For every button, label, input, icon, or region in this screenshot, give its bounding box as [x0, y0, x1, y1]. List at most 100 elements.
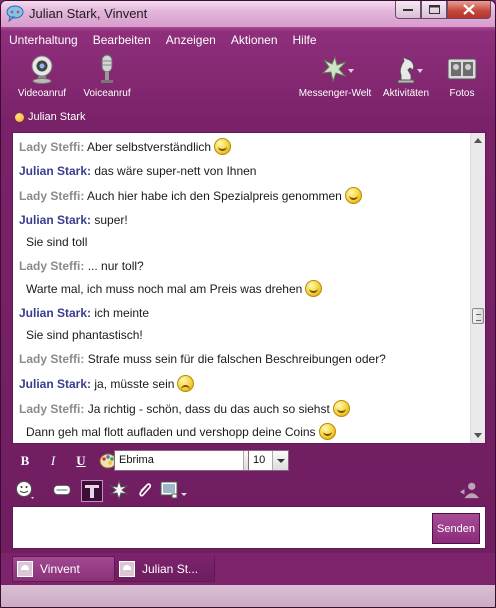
menu-unterhaltung[interactable]: Unterhaltung [9, 33, 78, 47]
avatar-icon [119, 560, 135, 577]
tab-label: Vinvent [40, 562, 80, 576]
close-button[interactable] [447, 1, 491, 19]
message-sender: Julian Stark: [19, 164, 92, 178]
font-family-select[interactable]: Ebrima [114, 450, 260, 471]
messenger-app-icon [6, 5, 24, 22]
message-text: ich meinte [94, 306, 150, 320]
image-icon [160, 481, 187, 499]
photos-button[interactable]: Fotos [427, 53, 495, 99]
font-family-value: Ebrima [119, 454, 154, 466]
message-text: Sie sind toll [26, 235, 88, 249]
message-continuation: Sie sind toll [26, 234, 465, 251]
font-size-value: 10 [253, 454, 266, 466]
user-silhouette-icon [459, 482, 479, 499]
presence-status-icon [15, 112, 24, 122]
chat-message: Julian Stark: ja, müsste sein [19, 375, 465, 393]
send-image-button[interactable] [160, 480, 188, 500]
italic-button[interactable]: I [43, 453, 63, 469]
wink-button[interactable] [109, 480, 129, 500]
message-continuation: Sie sind phantastisch! [26, 327, 465, 344]
smile-emoticon-icon [214, 138, 232, 155]
scroll-thumb[interactable] [472, 308, 484, 324]
bold-button[interactable]: B [15, 453, 35, 469]
voicecall-button[interactable]: Voiceanruf [72, 53, 142, 99]
window-title: Julian Stark, Vinvent [29, 6, 148, 21]
message-text: Strafe muss sein für die falschen Beschr… [87, 352, 386, 366]
message-text: Ja richtig - schön, dass du das auch so … [87, 402, 330, 416]
minimize-button[interactable] [395, 1, 421, 19]
photos-label: Fotos [449, 88, 475, 99]
messenger-world-dropdown-icon[interactable] [348, 69, 354, 73]
attach-file-button[interactable] [135, 480, 155, 500]
tab-julian-stark[interactable]: Julian St... [114, 556, 215, 582]
messenger-world-icon [321, 55, 347, 83]
menu-hilfe[interactable]: Hilfe [293, 33, 317, 47]
microphone-icon [101, 54, 113, 83]
message-text: Sie sind phantastisch! [26, 328, 143, 342]
message-text: Dann geh mal flott aufladen und vershopp… [26, 425, 316, 439]
format-toolbar: B I U Ebrima 10 [15, 450, 289, 472]
underline-button[interactable]: U [71, 453, 91, 469]
messenger-world-label: Messenger-Welt [298, 88, 372, 99]
message-history[interactable]: Lady Steffi: Aber selbstverständlich Juli… [12, 132, 486, 444]
chat-message: Julian Stark: das wäre super-nett von Ih… [19, 163, 465, 180]
contact-name: Julian Stark [28, 111, 86, 123]
voicecall-label: Voiceanruf [83, 88, 131, 99]
chat-message: Julian Stark: super! Sie sind toll [19, 212, 465, 251]
maximize-button[interactable] [421, 1, 447, 19]
chat-message: Lady Steffi: Strafe muss sein für die fa… [19, 351, 465, 368]
smile-emoticon-icon [305, 280, 323, 297]
contact-info-button[interactable] [459, 480, 479, 500]
smiley-icon [16, 481, 34, 499]
activities-dropdown-icon[interactable] [417, 69, 423, 73]
message-sender: Lady Steffi: [19, 402, 85, 416]
contact-header: Julian Stark [15, 111, 85, 123]
sad-emoticon-icon [177, 375, 195, 392]
message-list: Lady Steffi: Aber selbstverständlich Juli… [13, 133, 471, 443]
emoticon-button[interactable] [15, 480, 35, 500]
text-style-button[interactable] [81, 480, 103, 502]
maximize-icon [428, 5, 440, 14]
photos-icon [447, 58, 477, 80]
message-text: ... nur toll? [87, 259, 144, 273]
message-scrollbar[interactable] [470, 133, 485, 443]
message-sender: Julian Stark: [19, 306, 92, 320]
tab-label: Julian St... [142, 561, 199, 576]
chevron-down-icon[interactable] [272, 451, 288, 470]
minimize-icon [403, 8, 413, 11]
chat-message: Lady Steffi: Ja richtig - schön, dass du… [19, 400, 465, 441]
menu-aktionen[interactable]: Aktionen [231, 33, 278, 47]
message-text: super! [94, 213, 128, 227]
chat-message: Julian Stark: ich meinte Sie sind phantas… [19, 305, 465, 344]
title-bar: Julian Stark, Vinvent [1, 1, 495, 27]
tab-vinvent[interactable]: Vinvent [12, 556, 115, 582]
chat-message: Lady Steffi: ... nur toll? Warte mal, ich… [19, 258, 465, 298]
status-bar [1, 585, 495, 607]
message-text: Aber selbstverständlich [87, 140, 212, 154]
smile-emoticon-icon [332, 400, 350, 417]
text-t-icon [85, 485, 99, 498]
message-text: Auch hier habe ich den Spezialpreis geno… [87, 189, 342, 203]
messenger-world-button[interactable]: Messenger-Welt [295, 53, 375, 99]
font-size-select[interactable]: 10 [248, 450, 289, 471]
message-sender: Julian Stark: [19, 213, 92, 227]
window-controls [395, 1, 491, 19]
videocall-button[interactable]: Videoanruf [7, 53, 77, 99]
message-input-area[interactable]: Senden [12, 506, 486, 549]
chat-message: Lady Steffi: Aber selbstverständlich [19, 138, 465, 156]
message-continuation: Warte mal, ich muss noch mal am Preis wa… [26, 280, 465, 298]
nudge-button[interactable] [52, 480, 72, 500]
paperclip-icon [139, 483, 152, 497]
menu-bearbeiten[interactable]: Bearbeiten [93, 33, 151, 47]
scroll-down-icon[interactable] [474, 433, 482, 438]
scroll-up-icon[interactable] [474, 138, 482, 143]
sparkle-icon [109, 480, 129, 500]
lips-icon [53, 485, 71, 495]
smile-emoticon-icon [344, 187, 362, 204]
message-continuation: Dann geh mal flott aufladen und vershopp… [26, 423, 465, 441]
message-text: ja, müsste sein [94, 377, 175, 391]
send-button[interactable]: Senden [432, 513, 480, 544]
message-sender: Lady Steffi: [19, 140, 85, 154]
message-text: das wäre super-nett von Ihnen [94, 164, 257, 178]
menu-anzeigen[interactable]: Anzeigen [166, 33, 216, 47]
